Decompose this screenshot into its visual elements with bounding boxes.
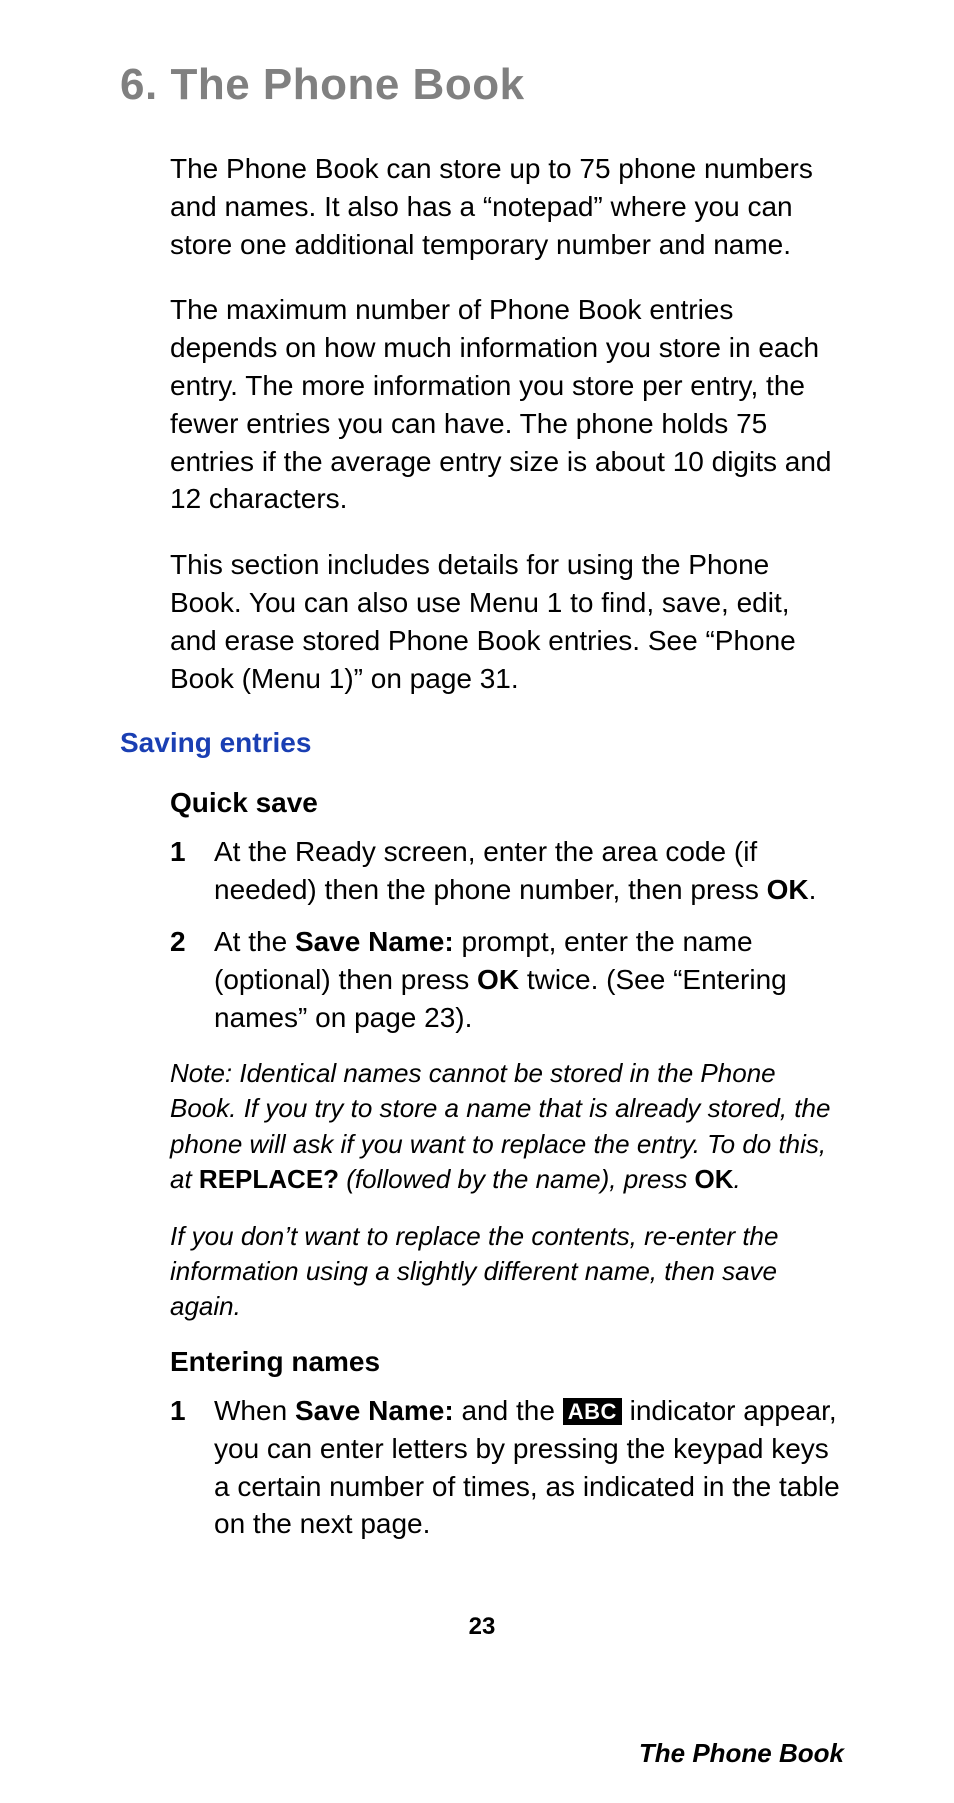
- intro-block: The Phone Book can store up to 75 phone …: [170, 150, 844, 697]
- step-number: 1: [170, 833, 186, 871]
- save-name-label: Save Name:: [295, 926, 454, 957]
- step-number: 1: [170, 1392, 186, 1430]
- note-text-post: .: [734, 1164, 741, 1194]
- quick-save-steps: 1 At the Ready screen, enter the area co…: [170, 833, 844, 1036]
- note-text-mid: (followed by the name), press: [339, 1164, 695, 1194]
- step-text: At the Ready screen, enter the area code…: [214, 836, 767, 905]
- page-number: 23: [120, 1613, 844, 1641]
- entering-names-steps: 1 When Save Name: and the ABC indicator …: [170, 1392, 844, 1543]
- replace-label: REPLACE?: [199, 1164, 339, 1194]
- save-name-label: Save Name:: [295, 1395, 454, 1426]
- step-text-mid: and the: [454, 1395, 563, 1426]
- subheading-entering-names: Entering names: [170, 1346, 844, 1378]
- note-identical-names: Note: Identical names cannot be stored i…: [170, 1056, 844, 1196]
- note-dont-replace: If you don’t want to replace the content…: [170, 1219, 844, 1324]
- intro-paragraph-1: The Phone Book can store up to 75 phone …: [170, 150, 844, 263]
- chapter-title: The Phone Book: [170, 60, 524, 109]
- intro-paragraph-3: This section includes details for using …: [170, 546, 844, 697]
- abc-indicator-icon: ABC: [563, 1398, 622, 1425]
- chapter-heading: 6. The Phone Book: [120, 60, 844, 110]
- quick-save-step-1: 1 At the Ready screen, enter the area co…: [170, 833, 844, 909]
- quick-save-step-2: 2 At the Save Name: prompt, enter the na…: [170, 923, 844, 1036]
- ok-label: OK: [477, 964, 519, 995]
- step-text-post: .: [809, 874, 817, 905]
- quick-save-block: Quick save 1 At the Ready screen, enter …: [170, 787, 844, 1543]
- ok-label: OK: [767, 874, 809, 905]
- section-heading-saving-entries: Saving entries: [120, 727, 844, 759]
- step-text-pre: At the: [214, 926, 295, 957]
- ok-label: OK: [695, 1164, 734, 1194]
- subheading-quick-save: Quick save: [170, 787, 844, 819]
- chapter-number: 6.: [120, 60, 158, 109]
- step-number: 2: [170, 923, 186, 961]
- entering-names-step-1: 1 When Save Name: and the ABC indicator …: [170, 1392, 844, 1543]
- manual-page: 6. The Phone Book The Phone Book can sto…: [0, 0, 954, 1803]
- intro-paragraph-2: The maximum number of Phone Book entries…: [170, 291, 844, 518]
- step-text-pre: When: [214, 1395, 295, 1426]
- footer-section-title: The Phone Book: [639, 1738, 844, 1769]
